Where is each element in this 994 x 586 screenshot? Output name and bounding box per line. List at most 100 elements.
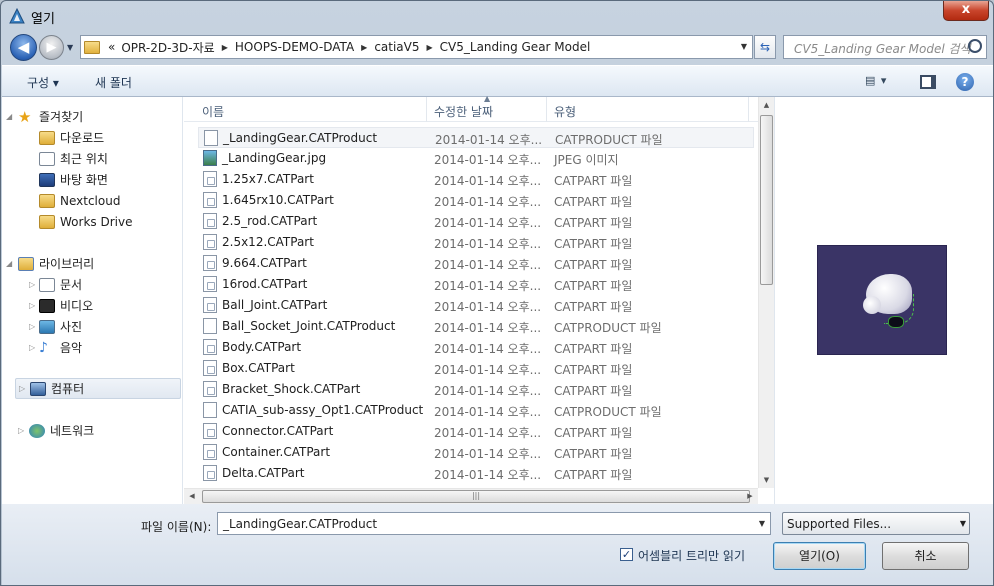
sidebar-item-computer[interactable]: ▷ 컴퓨터 xyxy=(15,378,181,399)
sidebar-item-network[interactable]: ▷ 네트워크 xyxy=(15,420,94,441)
catpart-file-icon xyxy=(203,360,217,376)
recent-pages-chevron-down-icon[interactable]: ▼ xyxy=(67,43,73,52)
assembly-tree-label[interactable]: 어셈블리 트리만 읽기 xyxy=(638,547,745,564)
file-type: CATPART 파일 xyxy=(554,195,633,209)
file-type-select[interactable]: Supported Files... ▼ xyxy=(782,512,970,535)
sidebar-item-videos[interactable]: ▷ 비디오 xyxy=(29,295,93,316)
open-dialog: 열기 x ◀ ▶ ▼ « OPR-2D-3D-자료 ▶ HOOPS-DEMO-D… xyxy=(0,0,994,586)
title-bar[interactable]: 열기 x xyxy=(1,1,993,31)
expand-arrow-icon[interactable]: ▷ xyxy=(29,280,35,289)
file-row[interactable]: Connector.CATPart 2014-01-14 오후... CATPART… xyxy=(198,421,754,442)
breadcrumb-item[interactable]: HOOPS-DEMO-DATA xyxy=(232,40,357,54)
scroll-left-icon[interactable]: ◀ xyxy=(184,489,200,504)
sidebar-item-recent-places[interactable]: 최근 위치 xyxy=(39,148,108,169)
file-row[interactable]: Container.CATPart 2014-01-14 오후... CATPART… xyxy=(198,442,754,463)
search-input[interactable]: CV5_Landing Gear Model 검색 xyxy=(783,35,987,59)
forward-button[interactable]: ▶ xyxy=(39,35,64,60)
command-toolbar: 구성 ▾ 새 폴더 ▤ ▾ ? xyxy=(2,65,993,97)
column-divider[interactable] xyxy=(546,97,547,122)
sidebar-item-works-drive[interactable]: Works Drive xyxy=(39,211,132,232)
help-icon[interactable]: ? xyxy=(956,73,974,91)
expand-arrow-icon[interactable]: ▷ xyxy=(29,322,35,331)
breadcrumb-separator-icon[interactable]: ▶ xyxy=(423,43,437,52)
organize-button[interactable]: 구성 ▾ xyxy=(27,74,59,91)
file-row[interactable]: 9.664.CATPart 2014-01-14 오후... CATPART 파일 xyxy=(198,253,754,274)
file-row[interactable]: 16rod.CATPart 2014-01-14 오후... CATPART 파일 xyxy=(198,274,754,295)
sidebar-item-desktop[interactable]: 바탕 화면 xyxy=(39,169,108,190)
sidebar-item-label: 컴퓨터 xyxy=(51,382,85,396)
expand-arrow-icon[interactable]: ▷ xyxy=(29,301,35,310)
file-date: 2014-01-14 오후... xyxy=(434,195,542,209)
sidebar-item-label: 네트워크 xyxy=(50,424,95,438)
filename-input[interactable]: _LandingGear.CATProduct ▼ xyxy=(217,512,771,535)
file-row[interactable]: 2.5x12.CATPart 2014-01-14 오후... CATPART 파일 xyxy=(198,232,754,253)
scroll-right-icon[interactable]: ▶ xyxy=(742,489,758,504)
scroll-down-icon[interactable]: ▼ xyxy=(759,472,774,488)
sidebar-item-label: 바탕 화면 xyxy=(60,173,108,187)
column-header-date[interactable]: 수정한 날짜 xyxy=(434,103,493,120)
file-row[interactable]: 1.645rx10.CATPart 2014-01-14 오후... CATPART… xyxy=(198,190,754,211)
refresh-button[interactable]: ⇆ xyxy=(754,35,776,59)
file-row[interactable]: _LandingGear.jpg 2014-01-14 오후... JPEG 이미지 xyxy=(198,148,754,169)
close-button[interactable]: x xyxy=(943,1,989,21)
breadcrumb-overflow[interactable]: « xyxy=(105,40,118,54)
breadcrumb-separator-icon[interactable]: ▶ xyxy=(218,43,232,52)
video-icon xyxy=(39,298,55,313)
file-type: CATPART 파일 xyxy=(554,447,633,461)
expand-arrow-icon[interactable]: ▷ xyxy=(19,384,25,393)
preview-pane-icon[interactable] xyxy=(920,75,936,89)
file-row[interactable]: CATIA_sub-assy_Opt1.CATProduct 2014-01-14… xyxy=(198,400,754,421)
sidebar-item-downloads[interactable]: 다운로드 xyxy=(39,127,104,148)
sidebar-item-nextcloud[interactable]: Nextcloud xyxy=(39,190,120,211)
cancel-button[interactable]: 취소 xyxy=(882,542,969,570)
file-type: CATPART 파일 xyxy=(554,258,633,272)
address-bar[interactable]: « OPR-2D-3D-자료 ▶ HOOPS-DEMO-DATA ▶ catia… xyxy=(80,35,753,59)
scroll-up-icon[interactable]: ▲ xyxy=(759,97,774,113)
file-date: 2014-01-14 오후... xyxy=(434,384,542,398)
sidebar-item-pictures[interactable]: ▷ 사진 xyxy=(29,316,82,337)
breadcrumb-separator-icon[interactable]: ▶ xyxy=(357,43,371,52)
horizontal-scrollbar[interactable]: ◀ ||| ▶ xyxy=(184,488,758,504)
file-date: 2014-01-14 오후... xyxy=(434,216,542,230)
sidebar-item-documents[interactable]: ▷ 문서 xyxy=(29,274,83,295)
breadcrumb-item[interactable]: OPR-2D-3D-자료 xyxy=(118,39,217,56)
sidebar-item-favorites[interactable]: ◢ ★ 즐겨찾기 xyxy=(6,106,83,127)
file-row[interactable]: Body.CATPart 2014-01-14 오후... CATPART 파일 xyxy=(198,337,754,358)
column-header-name[interactable]: 이름 xyxy=(202,103,224,120)
address-history-chevron-down-icon[interactable]: ▼ xyxy=(736,36,752,58)
file-type: CATPART 파일 xyxy=(554,174,633,188)
file-row[interactable]: 1.25x7.CATPart 2014-01-14 오후... CATPART 파일 xyxy=(198,169,754,190)
file-row[interactable]: Delta.CATPart 2014-01-14 오후... CATPART 파일 xyxy=(198,463,754,484)
breadcrumb-item[interactable]: catiaV5 xyxy=(371,40,422,54)
open-button[interactable]: 열기(O) xyxy=(773,542,866,570)
sidebar-item-label: 문서 xyxy=(60,278,83,292)
file-row[interactable]: _LandingGear.CATProduct 2014-01-14 오후... C… xyxy=(198,127,754,148)
vertical-scrollbar[interactable]: ▲ ▼ xyxy=(758,97,774,488)
file-row[interactable]: 2.5_rod.CATPart 2014-01-14 오후... CATPART 파… xyxy=(198,211,754,232)
column-divider[interactable] xyxy=(426,97,427,122)
file-row[interactable]: Ball_Joint.CATPart 2014-01-14 오후... CATPAR… xyxy=(198,295,754,316)
back-button[interactable]: ◀ xyxy=(10,34,37,61)
expand-arrow-icon[interactable]: ▷ xyxy=(18,426,24,435)
file-date: 2014-01-14 오후... xyxy=(434,279,542,293)
file-name: Bracket_Shock.CATPart xyxy=(222,382,361,396)
breadcrumb-item[interactable]: CV5_Landing Gear Model xyxy=(437,40,594,54)
file-type: CATPRODUCT 파일 xyxy=(554,321,662,335)
filename-history-chevron-down-icon[interactable]: ▼ xyxy=(754,513,770,534)
file-type: CATPART 파일 xyxy=(554,279,633,293)
column-header-type[interactable]: 유형 xyxy=(554,103,576,120)
file-row[interactable]: Ball_Socket_Joint.CATProduct 2014-01-14 오… xyxy=(198,316,754,337)
file-row[interactable]: Box.CATPart 2014-01-14 오후... CATPART 파일 xyxy=(198,358,754,379)
column-divider[interactable] xyxy=(748,97,749,122)
sidebar-item-music[interactable]: ▷ ♪ 음악 xyxy=(29,337,82,358)
sidebar-item-libraries[interactable]: ◢ 라이브러리 xyxy=(6,253,94,274)
change-view-button[interactable]: ▤ ▾ xyxy=(865,74,887,87)
assembly-tree-checkbox[interactable]: ✓ xyxy=(620,548,633,561)
expand-arrow-icon[interactable]: ▷ xyxy=(29,343,35,352)
scroll-thumb[interactable] xyxy=(760,115,773,285)
new-folder-button[interactable]: 새 폴더 xyxy=(95,74,132,91)
scroll-thumb[interactable]: ||| xyxy=(202,490,750,503)
expand-arrow-icon[interactable]: ◢ xyxy=(6,112,12,121)
file-row[interactable]: Bracket_Shock.CATPart 2014-01-14 오후... CAT… xyxy=(198,379,754,400)
expand-arrow-icon[interactable]: ◢ xyxy=(6,259,12,268)
